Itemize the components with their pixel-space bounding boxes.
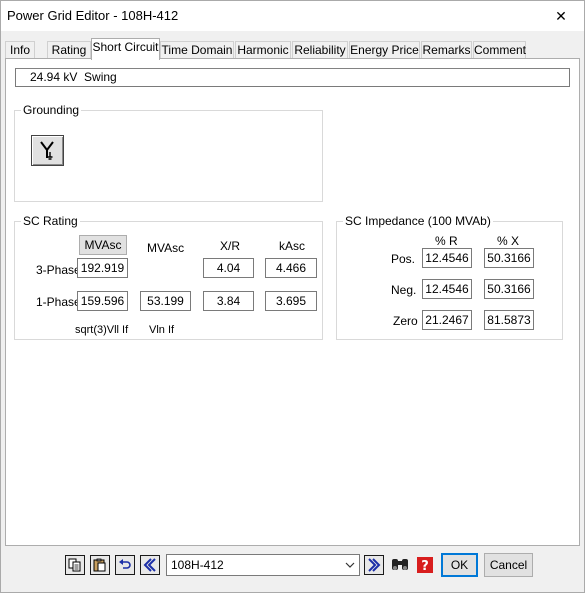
next-button[interactable] bbox=[364, 555, 384, 575]
find-button[interactable] bbox=[390, 555, 410, 575]
three-phase-kasc-field[interactable]: 4.466 bbox=[265, 258, 317, 278]
tab-comment[interactable]: Comment bbox=[473, 41, 526, 59]
one-phase-kasc-field[interactable]: 3.695 bbox=[265, 291, 317, 311]
tab-info[interactable]: Info bbox=[5, 41, 35, 59]
bottom-toolbar: 108H-412 ? OK Cancel bbox=[1, 549, 584, 579]
neg-r-field[interactable]: 12.4546 bbox=[422, 279, 472, 299]
close-icon: ✕ bbox=[555, 7, 567, 24]
three-phase-mvasc-field[interactable]: 192.919 bbox=[77, 258, 128, 278]
cancel-button[interactable]: Cancel bbox=[484, 553, 533, 577]
mvasc-column-header: MVAsc bbox=[147, 241, 185, 255]
help-button[interactable]: ? bbox=[415, 555, 435, 575]
find-icon bbox=[392, 559, 408, 570]
three-phase-label: 3-Phase bbox=[36, 263, 81, 277]
paste-icon bbox=[93, 558, 106, 572]
next-icon bbox=[368, 558, 381, 572]
short-circuit-panel: 24.94 kV Swing Grounding SC Rating MVAsc… bbox=[5, 58, 580, 546]
zero-seq-label: Zero bbox=[393, 314, 418, 328]
tab-remarks[interactable]: Remarks bbox=[421, 41, 472, 59]
ok-button[interactable]: OK bbox=[441, 553, 478, 577]
title-bar: Power Grid Editor - 108H-412 ✕ bbox=[1, 1, 584, 31]
bus-status-field: 24.94 kV Swing bbox=[15, 68, 570, 87]
pos-seq-label: Pos. bbox=[391, 252, 416, 266]
tab-rating[interactable]: Rating bbox=[47, 41, 91, 59]
chevron-down-icon bbox=[344, 555, 356, 575]
tab-harmonic[interactable]: Harmonic bbox=[235, 41, 291, 59]
zero-x-field[interactable]: 81.5873 bbox=[484, 310, 534, 330]
one-phase-xr-field[interactable]: 3.84 bbox=[203, 291, 254, 311]
window-title: Power Grid Editor - 108H-412 bbox=[7, 8, 179, 23]
close-button[interactable]: ✕ bbox=[538, 1, 584, 31]
previous-button[interactable] bbox=[140, 555, 160, 575]
undo-button[interactable] bbox=[115, 555, 135, 575]
undo-icon bbox=[119, 559, 131, 569]
kasc-column-header: kAsc bbox=[279, 239, 306, 253]
three-phase-xr-field[interactable]: 4.04 bbox=[203, 258, 254, 278]
copy-icon bbox=[68, 558, 81, 572]
grounding-group-label: Grounding bbox=[21, 103, 82, 117]
svg-text:?: ? bbox=[421, 559, 429, 574]
sqrt3-vll-if-caption: sqrt(3)Vll If bbox=[75, 324, 129, 336]
sc-impedance-group: SC Impedance (100 MVAb) % R % X Pos. 12.… bbox=[336, 214, 563, 340]
copy-button[interactable] bbox=[65, 555, 85, 575]
editor-window: Power Grid Editor - 108H-412 ✕ Info Rati… bbox=[0, 0, 585, 593]
grounding-wye-icon bbox=[39, 140, 54, 160]
zero-r-field[interactable]: 21.2467 bbox=[422, 310, 472, 330]
pct-r-column-header: % R bbox=[435, 234, 458, 248]
element-selector-value: 108H-412 bbox=[171, 558, 224, 572]
one-phase-mvasc-field[interactable]: 159.596 bbox=[77, 291, 128, 311]
sc-rating-group-label: SC Rating bbox=[21, 214, 80, 228]
mvasc-basis-button[interactable]: MVAsc bbox=[79, 235, 127, 255]
sc-impedance-group-label: SC Impedance (100 MVAb) bbox=[343, 214, 493, 228]
grounding-button[interactable] bbox=[31, 135, 64, 166]
neg-seq-label: Neg. bbox=[391, 283, 417, 297]
element-selector-combo[interactable]: 108H-412 bbox=[166, 554, 360, 576]
one-phase-label: 1-Phase bbox=[36, 295, 81, 309]
tab-reliability[interactable]: Reliability bbox=[292, 41, 348, 59]
vln-if-caption: Vln If bbox=[149, 324, 175, 336]
xr-column-header: X/R bbox=[220, 239, 241, 253]
paste-button[interactable] bbox=[90, 555, 110, 575]
pct-x-column-header: % X bbox=[497, 234, 520, 248]
tab-energy-price[interactable]: Energy Price bbox=[349, 41, 420, 59]
tab-short-circuit[interactable]: Short Circuit bbox=[91, 38, 160, 60]
help-icon: ? bbox=[417, 557, 433, 574]
sc-rating-group: SC Rating MVAsc MVAsc X/R kAsc 3-Phase 1… bbox=[14, 214, 323, 340]
tab-time-domain[interactable]: Time Domain bbox=[160, 41, 234, 59]
grounding-group: Grounding bbox=[14, 103, 323, 202]
pos-r-field[interactable]: 12.4546 bbox=[422, 248, 472, 268]
one-phase-mvasc-ln-field[interactable]: 53.199 bbox=[140, 291, 191, 311]
pos-x-field[interactable]: 50.3166 bbox=[484, 248, 534, 268]
previous-icon bbox=[143, 558, 156, 572]
neg-x-field[interactable]: 50.3166 bbox=[484, 279, 534, 299]
